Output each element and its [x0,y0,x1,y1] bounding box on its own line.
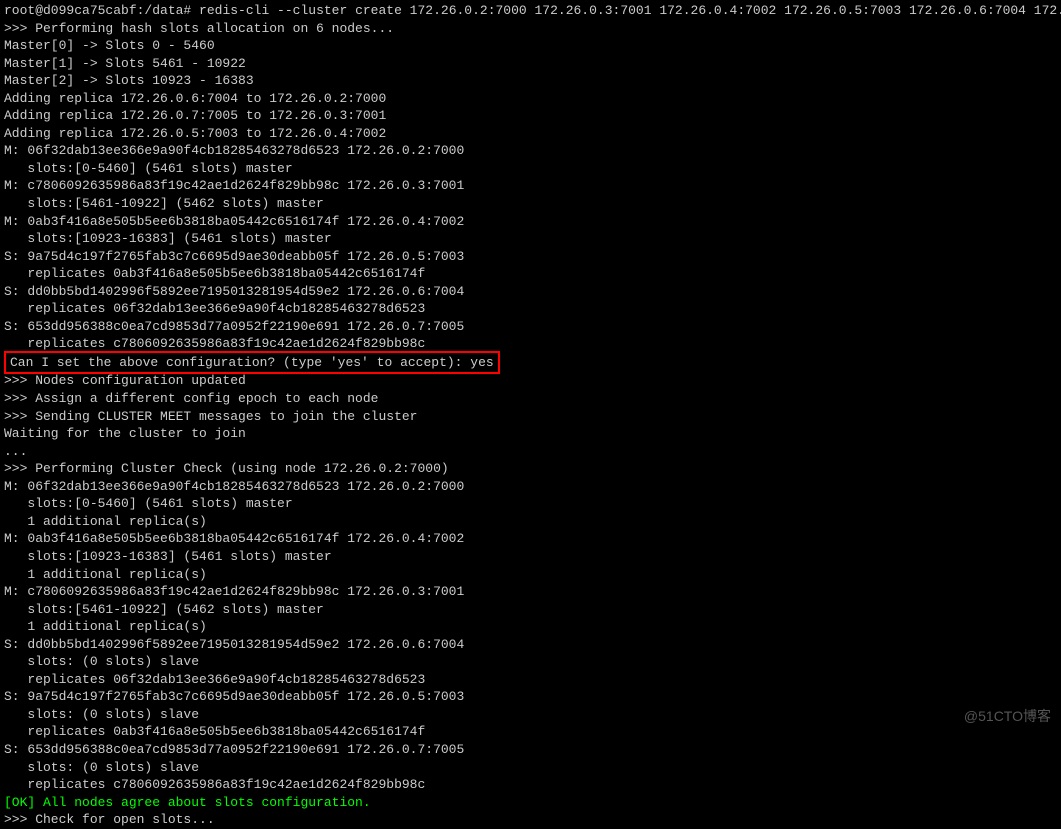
shell-prompt: root@d099ca75cabf:/data# [4,3,199,18]
node-line: slots: (0 slots) slave [4,706,1057,724]
node-line: S: dd0bb5bd1402996f5892ee7195013281954d5… [4,283,1057,301]
node-line: replicates 0ab3f416a8e505b5ee6b3818ba054… [4,265,1057,283]
waiting-line: Waiting for the cluster to join [4,425,1057,443]
node-line: M: 06f32dab13ee366e9a90f4cb18285463278d6… [4,142,1057,160]
master-slot-line: Master[1] -> Slots 5461 - 10922 [4,55,1057,73]
node-line: slots:[5461-10922] (5462 slots) master [4,195,1057,213]
node-line: slots: (0 slots) slave [4,653,1057,671]
node-line: M: 0ab3f416a8e505b5ee6b3818ba05442c65161… [4,213,1057,231]
ok-status-line: [OK] All nodes agree about slots configu… [4,794,1057,812]
replica-assign-line: Adding replica 172.26.0.7:7005 to 172.26… [4,107,1057,125]
dots-line: ... [4,443,1057,461]
node-line: 1 additional replica(s) [4,566,1057,584]
node-line: M: c7806092635986a83f19c42ae1d2624f829bb… [4,177,1057,195]
node-line: slots: (0 slots) slave [4,759,1057,777]
node-line: M: 06f32dab13ee366e9a90f4cb18285463278d6… [4,478,1057,496]
node-line: slots:[10923-16383] (5461 slots) master [4,548,1057,566]
node-line: S: dd0bb5bd1402996f5892ee7195013281954d5… [4,636,1057,654]
assign-epoch-line: >>> Assign a different config epoch to e… [4,390,1057,408]
command-prompt-line[interactable]: root@d099ca75cabf:/data# redis-cli --clu… [4,2,1057,20]
node-line: M: 0ab3f416a8e505b5ee6b3818ba05442c65161… [4,530,1057,548]
node-line: S: 9a75d4c197f2765fab3c7c6695d9ae30deabb… [4,688,1057,706]
cluster-check-header: >>> Performing Cluster Check (using node… [4,460,1057,478]
confirm-prompt-highlight[interactable]: Can I set the above configuration? (type… [4,353,1057,373]
node-line: replicates c7806092635986a83f19c42ae1d26… [4,776,1057,794]
sending-meet-line: >>> Sending CLUSTER MEET messages to joi… [4,408,1057,426]
node-line: replicates 0ab3f416a8e505b5ee6b3818ba054… [4,723,1057,741]
node-line: S: 653dd956388c0ea7cd9853d77a0952f22190e… [4,318,1057,336]
node-line: replicates 06f32dab13ee366e9a90f4cb18285… [4,300,1057,318]
master-slot-line: Master[2] -> Slots 10923 - 16383 [4,72,1057,90]
watermark: @51CTO博客 [964,707,1051,726]
node-line: replicates 06f32dab13ee366e9a90f4cb18285… [4,671,1057,689]
hash-slots-header: >>> Performing hash slots allocation on … [4,20,1057,38]
node-line: slots:[10923-16383] (5461 slots) master [4,230,1057,248]
command-text: redis-cli --cluster create 172.26.0.2:70… [199,3,1061,18]
node-line: S: 653dd956388c0ea7cd9853d77a0952f22190e… [4,741,1057,759]
node-line: slots:[0-5460] (5461 slots) master [4,495,1057,513]
node-line: 1 additional replica(s) [4,513,1057,531]
node-line: slots:[5461-10922] (5462 slots) master [4,601,1057,619]
replica-assign-line: Adding replica 172.26.0.5:7003 to 172.26… [4,125,1057,143]
node-line: slots:[0-5460] (5461 slots) master [4,160,1057,178]
nodes-conf-updated: >>> Nodes configuration updated [4,372,1057,390]
node-line: M: c7806092635986a83f19c42ae1d2624f829bb… [4,583,1057,601]
master-slot-line: Master[0] -> Slots 0 - 5460 [4,37,1057,55]
node-line: 1 additional replica(s) [4,618,1057,636]
check-open-slots-line: >>> Check for open slots... [4,811,1057,829]
node-line: S: 9a75d4c197f2765fab3c7c6695d9ae30deabb… [4,248,1057,266]
replica-assign-line: Adding replica 172.26.0.6:7004 to 172.26… [4,90,1057,108]
